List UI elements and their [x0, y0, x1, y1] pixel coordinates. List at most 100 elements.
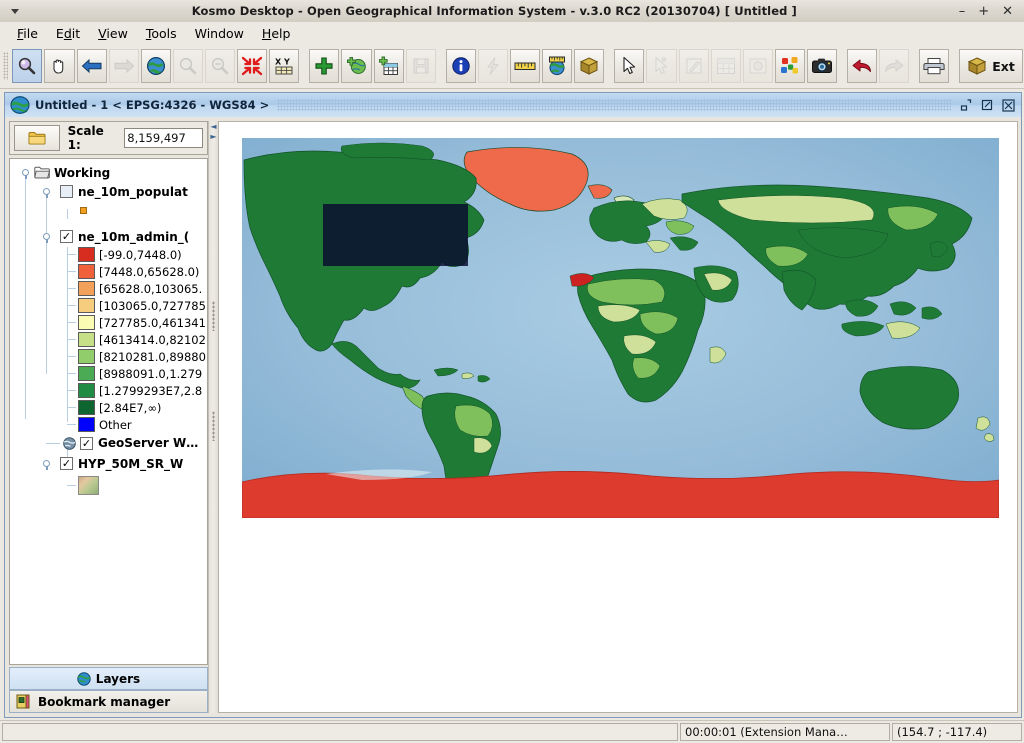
legend-color-swatch [78, 298, 95, 313]
iframe-maximize-button[interactable] [980, 98, 994, 112]
menu-help[interactable]: Help [253, 24, 300, 43]
splitter-grip[interactable] [212, 301, 215, 331]
splitter-collapse-left-button[interactable]: ◄ [210, 123, 217, 131]
map-internal-frame: Untitled - 1 < EPSG:4326 - WGS84 > Scale… [4, 92, 1022, 718]
select-tool-button[interactable] [614, 49, 645, 83]
internal-frame-drag-area[interactable] [277, 99, 951, 111]
globe-icon [63, 436, 76, 450]
iframe-minimize-button[interactable] [959, 98, 973, 112]
tree-layer-ne-10m-admin[interactable]: ✓ ne_10m_admin_( [10, 227, 207, 246]
magnifier-icon [17, 56, 37, 76]
tree-layer-raster-preview-row [10, 474, 207, 496]
toolbar-grip[interactable] [3, 52, 9, 80]
zoom-selection-rectangle[interactable] [323, 204, 468, 266]
add-table-layer-button[interactable] [373, 49, 404, 83]
zoom-tool-button[interactable] [12, 49, 43, 83]
pan-tool-button[interactable] [44, 49, 75, 83]
symbology-button[interactable] [774, 49, 805, 83]
menu-window[interactable]: Window [186, 24, 253, 43]
feature-info-button[interactable] [445, 49, 476, 83]
layer-visibility-checkbox[interactable]: ✓ [60, 457, 73, 470]
extensions-button[interactable]: Ext [959, 49, 1023, 83]
status-coordinates: (154.7 ; -117.4) [892, 723, 1022, 741]
splitter-grip[interactable] [212, 411, 215, 441]
splitter-collapse-right-button[interactable]: ► [210, 133, 217, 141]
ruler-icon [514, 59, 536, 73]
statusbar: 00:00:01 (Extension Mana… (154.7 ; -117.… [0, 720, 1024, 743]
iframe-close-button[interactable] [1001, 98, 1015, 112]
legend-item: [2.84E7,∞) [10, 399, 207, 416]
open-project-button[interactable] [14, 125, 60, 151]
legend-color-swatch [78, 281, 95, 296]
legend-item: [8210281.0,89880 [10, 348, 207, 365]
measure-distance-button[interactable] [509, 49, 541, 83]
zoom-to-selection-button[interactable] [237, 49, 268, 83]
internal-frame-controls [959, 98, 1021, 112]
window-maximize-button[interactable]: + [978, 5, 989, 18]
add-layer-button[interactable] [309, 49, 340, 83]
layer-symbol-swatch [80, 207, 87, 214]
save-disk-icon [411, 56, 431, 76]
window-titlebar: Kosmo Desktop - Open Geographical Inform… [0, 0, 1024, 23]
layer-visibility-checkbox[interactable] [60, 185, 73, 198]
globe-plus-icon [346, 56, 367, 76]
select-node-button [646, 49, 677, 83]
globe-icon [7, 95, 33, 115]
legend-label: [8988091.0,1.279 [99, 366, 203, 381]
box-3d-icon [579, 56, 599, 76]
window-menu-button[interactable] [0, 8, 30, 14]
legend-label: [2.84E7,∞) [99, 400, 162, 415]
expand-handle-icon[interactable] [21, 168, 30, 179]
legend-item: [103065.0,727785 [10, 297, 207, 314]
map-capture-button[interactable] [807, 49, 838, 83]
redo-arrow-icon [883, 57, 905, 75]
raster-preview-swatch [78, 475, 99, 495]
expand-handle-icon[interactable] [42, 187, 51, 198]
print-button[interactable] [919, 49, 950, 83]
map-canvas[interactable] [218, 121, 1018, 713]
tab-bookmark-manager[interactable]: Bookmark manager [9, 690, 208, 713]
legend-color-swatch [78, 247, 95, 262]
scale-label: Scale 1: [67, 124, 104, 152]
tree-layer-hyp-50m[interactable]: ✓ HYP_50M_SR_W [10, 453, 207, 474]
goto-xy-button[interactable]: X Y [269, 49, 300, 83]
internal-frame-titlebar[interactable]: Untitled - 1 < EPSG:4326 - WGS84 > [5, 93, 1021, 118]
folder-icon [28, 131, 46, 145]
tree-node-working[interactable]: Working [10, 163, 207, 182]
snapshot-button [742, 49, 773, 83]
previous-extent-button[interactable] [76, 49, 107, 83]
zoom-full-extent-button[interactable] [140, 49, 171, 83]
menu-file-rest: ile [23, 25, 38, 41]
add-wms-layer-button[interactable] [341, 49, 372, 83]
3d-view-button[interactable] [574, 49, 605, 83]
book-icon [16, 694, 30, 709]
status-timer[interactable]: 00:00:01 (Extension Mana… [680, 723, 890, 741]
layer-visibility-checkbox[interactable]: ✓ [80, 436, 93, 450]
legend-label: Other [99, 417, 132, 432]
scale-input[interactable]: 8,159,497 [124, 128, 203, 148]
redo-button [879, 49, 910, 83]
tab-bookmark-manager-label: Bookmark manager [38, 694, 171, 709]
measure-geodesic-button[interactable] [542, 49, 573, 83]
undo-button[interactable] [847, 49, 878, 83]
globe-icon [146, 56, 166, 76]
svg-text:Y: Y [283, 58, 290, 67]
menu-file[interactable]: File [8, 24, 47, 43]
menu-edit[interactable]: Edit [47, 24, 89, 43]
status-message [2, 723, 678, 741]
window-minimize-button[interactable]: – [959, 5, 966, 18]
tab-layers[interactable]: Layers [9, 667, 208, 690]
tree-layer-geoserver-wms[interactable]: ✓ GeoServer W… [10, 433, 207, 453]
expand-handle-icon[interactable] [42, 232, 51, 243]
world-map-image[interactable] [242, 138, 999, 518]
layer-tree-container[interactable]: Working ne_10m_populat ✓ ne_10m_admin_(… [9, 158, 208, 665]
legend-item: [-99.0,7448.0) [10, 246, 207, 263]
menu-view[interactable]: View [89, 24, 137, 43]
tree-layer-ne-10m-populat[interactable]: ne_10m_populat [10, 182, 207, 201]
expand-handle-icon[interactable] [42, 459, 51, 470]
window-close-button[interactable]: ✕ [1002, 5, 1013, 18]
edit-geometry-button [678, 49, 709, 83]
layer-visibility-checkbox[interactable]: ✓ [60, 230, 73, 243]
menu-tools[interactable]: Tools [137, 24, 186, 43]
tree-layer-symbol-row [10, 201, 207, 220]
